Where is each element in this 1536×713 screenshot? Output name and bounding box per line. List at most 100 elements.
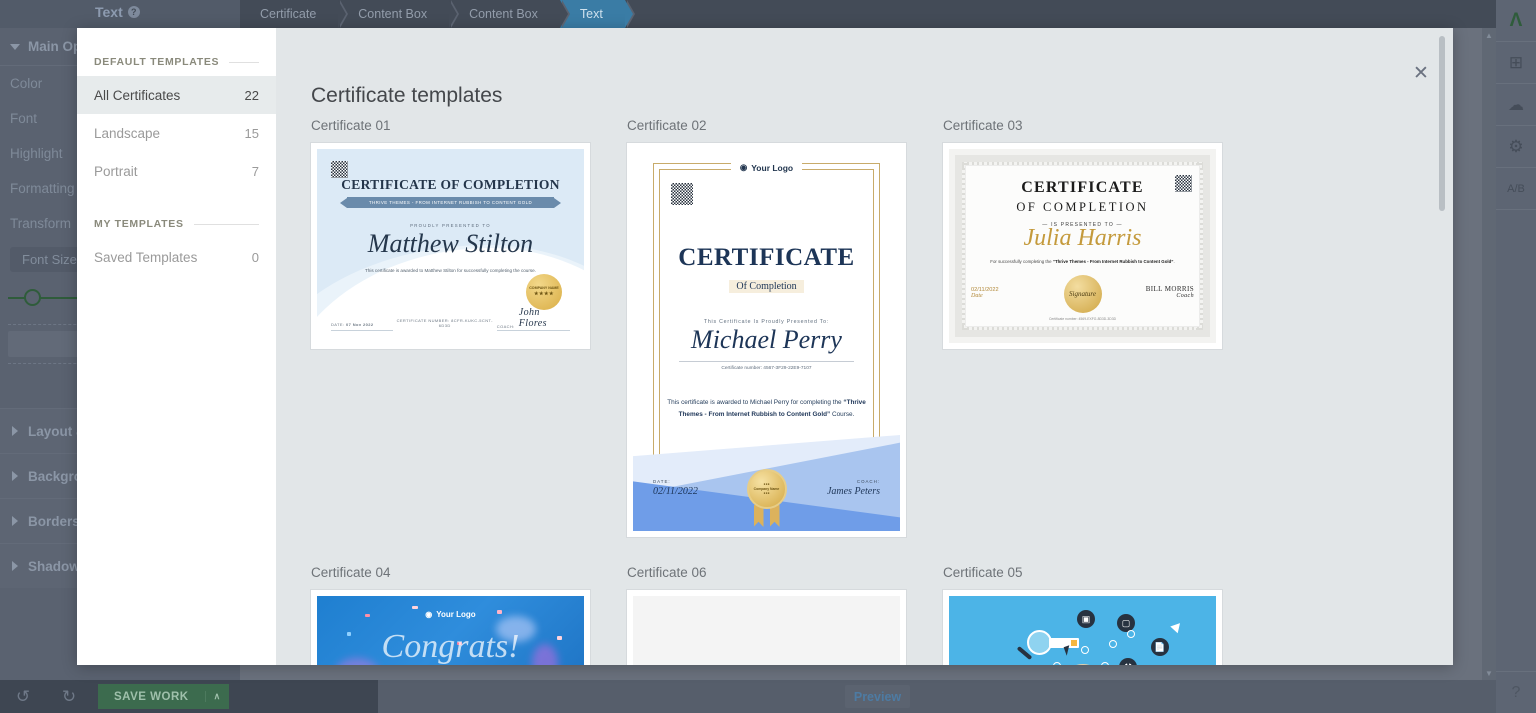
template-cell-04: Certificate 04 ◉ Your Logo Congrats! [311, 565, 590, 665]
save-work-button[interactable]: SAVE WORK ∧ [98, 684, 229, 709]
coach-label: COACH: [496, 324, 515, 329]
sidebar-item-label: Landscape [94, 125, 161, 141]
sidebar-item-portrait[interactable]: Portrait 7 [77, 152, 276, 190]
breadcrumb-item-content-box-2[interactable]: Content Box [449, 0, 570, 28]
body-prefix: This certificate is awarded to Michael P… [667, 399, 844, 406]
template-cell-02: Certificate 02 ◉ Your Logo CERTIFICATE Of… [627, 118, 906, 537]
certificate-ribbon: THRIVE THEMES - FROM INTERNET RUBBISH TO… [340, 197, 561, 208]
slider-handle[interactable] [24, 289, 41, 306]
recipient-name: Michael Perry [691, 325, 842, 354]
certificate-subheading: Of Completion [633, 276, 900, 294]
sidebar-item-count: 22 [244, 87, 259, 103]
sidebar-item-count: 15 [244, 125, 259, 141]
template-label: Certificate 01 [311, 118, 391, 133]
chevron-right-icon [12, 426, 18, 436]
template-card-05[interactable]: ▣ ▢ 📄 ⚒ [943, 590, 1222, 665]
date-block: DATE: 02/11/2022 [653, 479, 698, 497]
default-templates-group-label: DEFAULT TEMPLATES [77, 48, 276, 76]
template-grid: Certificate 01 CERTIFICATE OF COMPLETION… [311, 118, 1427, 665]
certificate-body: This certificate is awarded to Michael P… [659, 397, 874, 421]
network-node [1101, 662, 1109, 665]
certificate-number: Certificate number: 4567-3F29-22E9-7107 [721, 366, 812, 371]
body-suffix: Course. [830, 410, 855, 418]
divider [229, 61, 259, 63]
logo: ◉ Your Logo [633, 157, 900, 175]
template-card-03[interactable]: CERTIFICATE OF COMPLETION — IS PRESENTED… [943, 143, 1222, 349]
template-card-01[interactable]: CERTIFICATE OF COMPLETION THRIVE THEMES … [311, 143, 590, 349]
scrollbar-thumb[interactable] [1439, 36, 1445, 211]
certificate-body: For successfully completing the “Thrive … [975, 259, 1190, 264]
my-templates-group-label: MY TEMPLATES [77, 210, 276, 238]
coach-signature: John Flores [518, 307, 547, 329]
preview-button[interactable]: Preview [845, 685, 910, 708]
network-node [1081, 646, 1089, 654]
hero-text: Congrats! [381, 628, 520, 665]
template-card-06[interactable] [627, 590, 906, 665]
body-prefix: For successfully completing the [990, 259, 1053, 264]
network-node [1109, 640, 1117, 648]
confetti-dot [412, 606, 418, 609]
coach-label: Coach [1176, 293, 1194, 299]
sidebar-item-count: 0 [251, 249, 259, 265]
certificate-footer: DATE: 07 Nov 2022 CERTIFICATE NUMBER: 8C… [331, 307, 570, 331]
left-panel-header: Text ? [0, 0, 240, 28]
file-icon: 📄 [1151, 638, 1169, 656]
template-label: Certificate 04 [311, 565, 391, 580]
template-card-04[interactable]: ◉ Your Logo Congrats! CERTIFIED CERTIFIC… [311, 590, 590, 665]
add-element-icon[interactable]: ⊞ [1496, 42, 1536, 84]
network-node [1127, 630, 1135, 638]
template-thumbnail: ◉ Your Logo CERTIFICATE Of Completion Thi… [633, 149, 900, 531]
certificate-heading: CERTIFICATE [678, 244, 855, 271]
logo: ◉ Your Logo [317, 610, 584, 619]
sidebar-item-all-certificates[interactable]: All Certificates 22 [77, 76, 276, 114]
chevron-down-icon [10, 43, 20, 50]
ab-test-icon[interactable]: A/B [1496, 168, 1536, 210]
date-label: DATE: [653, 479, 671, 484]
divider [193, 223, 259, 225]
document-icon: ▣ [1077, 610, 1095, 628]
subheading-text: Of Completion [729, 280, 804, 293]
sidebar-item-landscape[interactable]: Landscape 15 [77, 114, 276, 152]
scroll-down-icon[interactable]: ▼ [1482, 666, 1496, 680]
template-thumbnail: ▣ ▢ 📄 ⚒ [949, 596, 1216, 665]
certificate-heading: CERTIFICATE OF COMPLETION [341, 177, 560, 192]
scroll-up-icon[interactable]: ▲ [1482, 28, 1496, 42]
cloud-download-icon[interactable]: ☁ [1496, 84, 1536, 126]
date-block: 02/11/2022 Date [971, 287, 999, 299]
breadcrumb-item-certificate[interactable]: Certificate [240, 0, 349, 28]
undo-icon[interactable]: ↺ [0, 687, 46, 707]
date-value: 07 Nov 2022 [346, 322, 374, 327]
redo-icon[interactable]: ↻ [46, 687, 92, 707]
presented-label: PROUDLY PRESENTED TO [410, 223, 491, 228]
qr-code-icon [671, 183, 693, 205]
settings-gear-icon[interactable]: ⚙ [1496, 126, 1536, 168]
logo-mark-icon: ◉ [739, 162, 748, 172]
coach-block: COACH: James Peters [827, 479, 880, 497]
right-toolbar: Λ ⊞ ☁ ⚙ A/B ? [1496, 0, 1536, 713]
modal-sidebar: DEFAULT TEMPLATES All Certificates 22 La… [77, 28, 276, 665]
date-block: DATE: 07 Nov 2022 [331, 322, 393, 331]
bottom-bar-left: ↺ ↻ SAVE WORK ∧ [0, 680, 378, 713]
date-value: 02/11/2022 [653, 486, 698, 497]
template-cell-03: Certificate 03 CERTIFICATE OF COMPLETION… [943, 118, 1222, 537]
close-icon[interactable]: ✕ [1411, 64, 1431, 84]
help-icon[interactable]: ? [127, 6, 140, 18]
recipient-name: Matthew Stilton [367, 229, 534, 258]
sidebar-item-label: Portrait [94, 163, 138, 179]
modal-main: ✕ Certificate templates Certificate 01 C… [276, 28, 1453, 665]
certificate-body: This certificate is awarded to Matthew S… [364, 268, 537, 273]
template-thumbnail: CERTIFICATE OF COMPLETION — IS PRESENTED… [949, 149, 1216, 343]
top-bar: Text ? Certificate Content Box Content B… [0, 0, 1536, 28]
save-work-caret-icon[interactable]: ∧ [204, 691, 229, 702]
breadcrumb-item-content-box-1[interactable]: Content Box [338, 0, 459, 28]
modal-scrollbar[interactable] [1439, 36, 1445, 657]
template-card-02[interactable]: ◉ Your Logo CERTIFICATE Of Completion Thi… [627, 143, 906, 537]
sidebar-item-label: All Certificates [94, 87, 181, 103]
chevron-right-icon [12, 516, 18, 526]
thrive-logo-icon[interactable]: Λ [1496, 0, 1536, 42]
template-thumbnail [633, 596, 900, 665]
sidebar-item-saved-templates[interactable]: Saved Templates 0 [77, 238, 276, 276]
help-icon[interactable]: ? [1496, 671, 1536, 713]
canvas-scrollbar[interactable]: ▲ ▼ [1482, 28, 1496, 680]
template-thumbnail: CERTIFICATE OF COMPLETION THRIVE THEMES … [317, 149, 584, 343]
